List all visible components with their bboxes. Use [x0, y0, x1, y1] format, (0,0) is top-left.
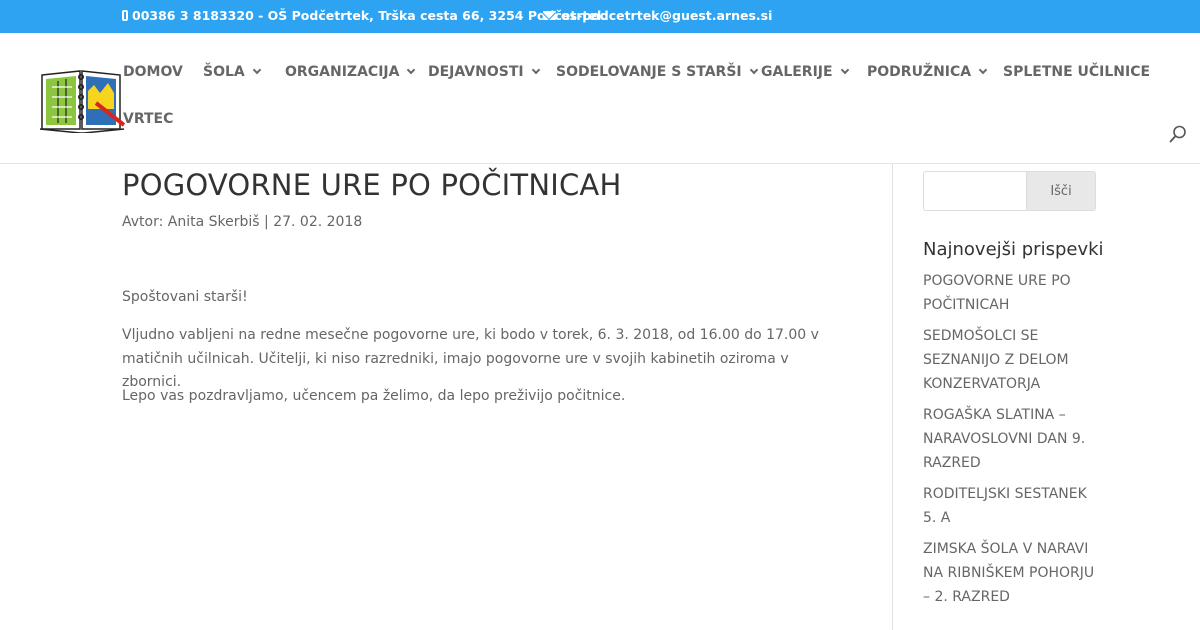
- nav-item-spletne-ucilnice[interactable]: SPLETNE UČILNICE: [1003, 64, 1150, 80]
- meta-prefix: Avtor:: [122, 214, 164, 230]
- recent-post-link[interactable]: SEDMOŠOLCI SE SEZNANIJO Z DELOM KONZERVA…: [923, 324, 1098, 396]
- contact-email[interactable]: os-podcetrtek@guest.arnes.si: [543, 8, 772, 23]
- sidebar-divider: [892, 164, 893, 630]
- chevron-down-icon: [407, 65, 416, 75]
- search-button[interactable]: Išči: [1026, 171, 1096, 211]
- nav-item-label: SPLETNE UČILNICE: [1003, 64, 1151, 80]
- nav-item-label: DOMOV: [123, 64, 183, 80]
- recent-posts-list: POGOVORNE URE PO POČITNICAH SEDMOŠOLCI S…: [923, 269, 1098, 616]
- chevron-down-icon: [978, 65, 988, 75]
- recent-post-link[interactable]: POGOVORNE URE PO POČITNICAH: [923, 269, 1098, 317]
- nav-item-organizacija[interactable]: ORGANIZACIJA: [285, 64, 416, 80]
- contact-email-text[interactable]: os-podcetrtek@guest.arnes.si: [561, 8, 772, 23]
- site-header: DOMOV ŠOLA ORGANIZACIJA DEJAVNOSTI SODEL…: [0, 33, 1200, 164]
- chevron-down-icon: [840, 65, 849, 75]
- meta-separator: |: [264, 214, 269, 230]
- contact-phone-text: 00386 3 8183320 - OŠ Podčetrtek, Trška c…: [132, 8, 606, 23]
- post-date: 27. 02. 2018: [273, 214, 363, 230]
- chevron-down-icon: [252, 65, 261, 75]
- nav-item-label: SODELOVANJE S STARŠI: [556, 64, 742, 80]
- post-title: POGOVORNE URE PO POČITNICAH: [122, 168, 622, 202]
- nav-item-label: DEJAVNOSTI: [428, 64, 524, 80]
- nav-item-domov[interactable]: DOMOV: [123, 64, 183, 80]
- nav-item-label: ŠOLA: [203, 64, 245, 80]
- recent-post-link[interactable]: RODITELJSKI SESTANEK 5. A: [923, 482, 1098, 530]
- nav-item-label: PODRUŽNICA: [867, 64, 972, 80]
- post-meta: Avtor: Anita Skerbiš | 27. 02. 2018: [122, 214, 362, 230]
- search-input[interactable]: [923, 171, 1027, 211]
- sidebar-search: Išči: [923, 171, 1096, 211]
- school-book-logo[interactable]: [38, 63, 130, 134]
- chevron-down-icon: [749, 65, 758, 75]
- envelope-icon: [543, 11, 556, 20]
- recent-posts-title: Najnovejši prispevki: [923, 239, 1104, 260]
- nav-item-vrtec[interactable]: VRTEC: [123, 111, 173, 127]
- post-paragraph: Spoštovani starši!: [122, 289, 248, 305]
- phone-icon: [122, 10, 128, 21]
- nav-item-dejavnosti[interactable]: DEJAVNOSTI: [428, 64, 540, 80]
- nav-item-sola[interactable]: ŠOLA: [203, 64, 261, 80]
- chevron-down-icon: [531, 65, 540, 75]
- post-paragraph: Lepo vas pozdravljamo, učencem pa želimo…: [122, 388, 626, 404]
- nav-item-galerije[interactable]: GALERIJE: [761, 64, 849, 80]
- nav-item-podruznica[interactable]: PODRUŽNICA: [867, 64, 988, 80]
- nav-item-label: GALERIJE: [761, 64, 833, 80]
- nav-item-sodelovanje[interactable]: SODELOVANJE S STARŠI: [556, 64, 758, 80]
- recent-post-link[interactable]: ZIMSKA ŠOLA V NARAVI NA RIBNIŠKEM POHORJ…: [923, 537, 1098, 609]
- recent-post-link[interactable]: ROGAŠKA SLATINA – NARAVOSLOVNI DAN 9. RA…: [923, 403, 1098, 475]
- author-link[interactable]: Anita Skerbiš: [168, 214, 260, 230]
- search-icon[interactable]: [1169, 125, 1187, 143]
- top-bar: 00386 3 8183320 - OŠ Podčetrtek, Trška c…: [0, 0, 1200, 33]
- post-paragraph: Vljudno vabljeni na redne mesečne pogovo…: [122, 327, 819, 390]
- nav-item-label: VRTEC: [123, 111, 174, 127]
- contact-phone: 00386 3 8183320 - OŠ Podčetrtek, Trška c…: [122, 8, 605, 23]
- nav-item-label: ORGANIZACIJA: [285, 64, 400, 80]
